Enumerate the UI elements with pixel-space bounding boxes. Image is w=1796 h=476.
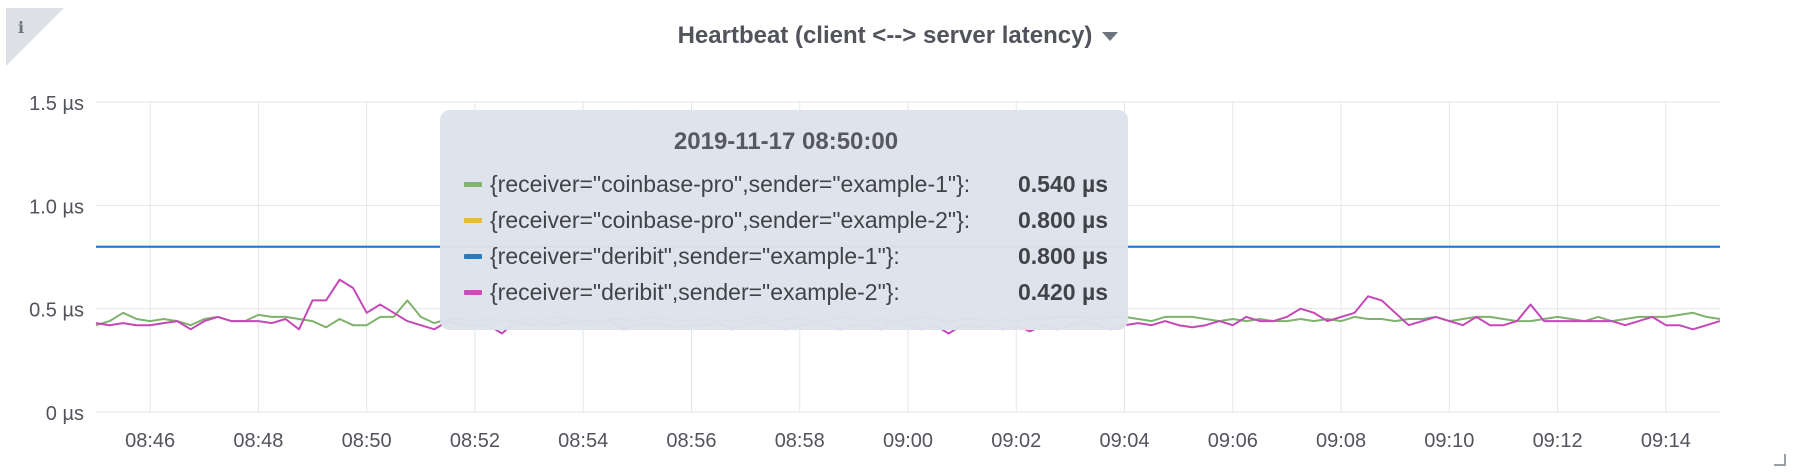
tooltip-row: {receiver="coinbase-pro",sender="example… — [464, 166, 1108, 202]
x-tick-label: 08:50 — [342, 430, 392, 452]
x-tick-label: 09:10 — [1424, 430, 1474, 452]
x-tick-label: 09:02 — [991, 430, 1041, 452]
x-tick-label: 08:46 — [125, 430, 175, 452]
tooltip-series-value: 0.800 µs — [1018, 206, 1108, 233]
tooltip-row: {receiver="deribit",sender="example-2"}:… — [464, 274, 1108, 310]
tooltip-series-value: 0.800 µs — [1018, 242, 1108, 269]
x-tick-label: 08:58 — [775, 430, 825, 452]
series-tooltip: 2019-11-17 08:50:00 {receiver="coinbase-… — [440, 110, 1128, 330]
y-tick-label: 0 µs — [46, 403, 84, 425]
x-tick-label: 09:04 — [1100, 430, 1150, 452]
x-tick-label: 09:06 — [1208, 430, 1258, 452]
x-tick-label: 08:56 — [666, 430, 716, 452]
y-tick-label: 0.5 µs — [29, 300, 84, 322]
x-tick-label: 08:52 — [450, 430, 500, 452]
tooltip-row: {receiver="deribit",sender="example-1"}:… — [464, 238, 1108, 274]
x-tick-label: 09:00 — [883, 430, 933, 452]
x-tick-label: 09:08 — [1316, 430, 1366, 452]
panel-resize-handle[interactable] — [1774, 454, 1786, 466]
series-swatch — [464, 181, 482, 187]
y-tick-label: 1.0 µs — [29, 196, 84, 218]
tooltip-series-value: 0.540 µs — [1018, 170, 1108, 197]
tooltip-series-label: {receiver="coinbase-pro",sender="example… — [490, 170, 971, 197]
series-swatch — [464, 217, 482, 223]
tooltip-series-label: {receiver="deribit",sender="example-1"}: — [490, 242, 900, 269]
tooltip-series-value: 0.420 µs — [1018, 278, 1108, 305]
tooltip-time: 2019-11-17 08:50:00 — [673, 128, 899, 155]
series-swatch — [464, 253, 482, 259]
y-tick-label: 1.5 µs — [29, 93, 84, 115]
x-tick-label: 09:12 — [1533, 430, 1583, 452]
x-tick-label: 09:14 — [1641, 430, 1691, 452]
series-swatch — [464, 289, 482, 295]
tooltip-series-label: {receiver="deribit",sender="example-2"}: — [490, 278, 900, 305]
tooltip-series-label: {receiver="coinbase-pro",sender="example… — [490, 206, 971, 233]
x-tick-label: 08:54 — [558, 430, 608, 452]
tooltip-row: {receiver="coinbase-pro",sender="example… — [464, 202, 1108, 238]
x-tick-label: 08:48 — [233, 430, 283, 452]
